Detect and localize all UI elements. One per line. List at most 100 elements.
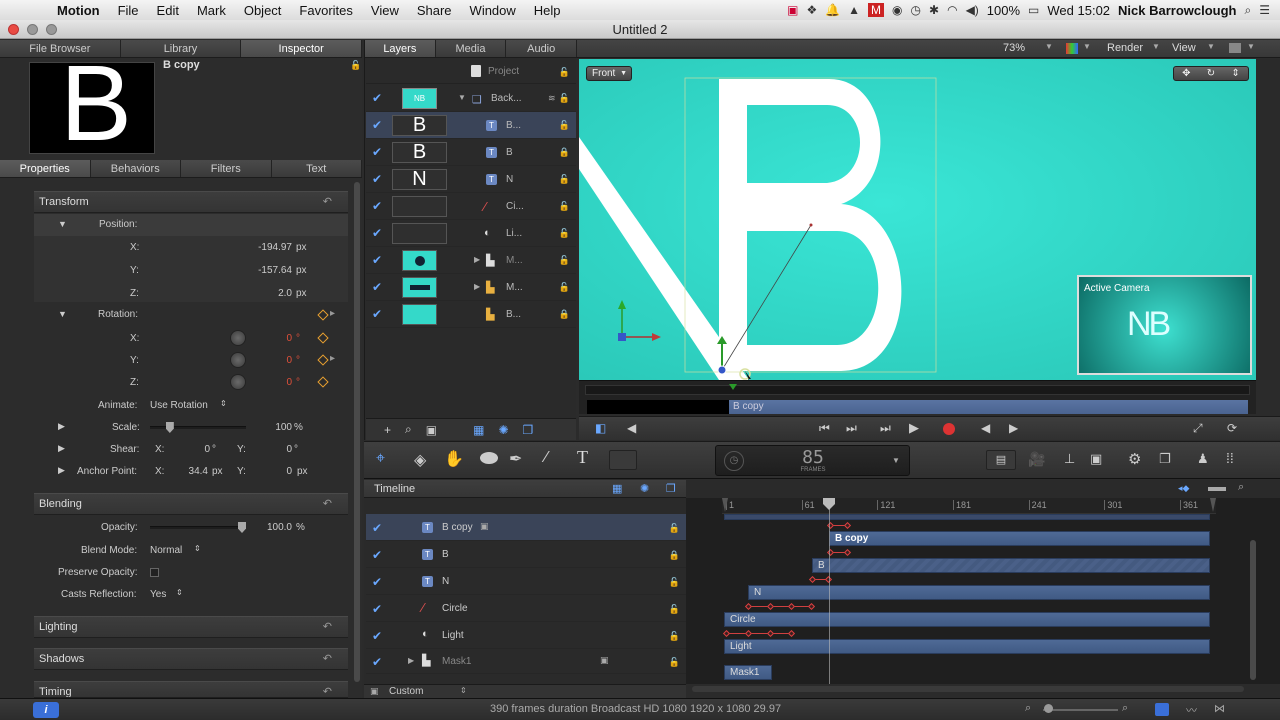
project-lock-icon[interactable]: 🔓 — [559, 67, 570, 78]
select-transform-tool-icon[interactable]: ⌖ — [376, 450, 385, 468]
timeline-lock-icon[interactable]: 🔓 — [669, 657, 680, 668]
layout-dropdown-icon[interactable]: ▼ — [1247, 42, 1255, 51]
timeline-row-circle[interactable]: ✔ ⁄ Circle 🔓 — [366, 595, 686, 622]
timeline-show-masks-icon[interactable]: ❐ — [666, 482, 676, 495]
layer-visibility-checkbox[interactable]: ✔ — [372, 172, 382, 186]
track-bar-b[interactable]: B — [812, 558, 1210, 573]
reset-transform-icon[interactable]: ↶ — [323, 192, 332, 212]
section-blending[interactable]: Blending ↶ — [34, 493, 348, 515]
opacity-slider[interactable] — [150, 522, 246, 533]
camera-icon[interactable]: 🎥 — [1028, 451, 1045, 468]
layer-lock-icon[interactable]: 🔓 — [559, 93, 570, 104]
layer-lock-icon[interactable]: 🔓 — [559, 201, 570, 212]
timeline-show-behaviors-icon[interactable]: ✺ — [640, 482, 649, 495]
casts-reflection-arrows-icon[interactable]: ⇕ — [176, 588, 183, 597]
render-menu[interactable]: Render — [1107, 42, 1143, 54]
show-behaviors-icon[interactable]: ✺ — [498, 423, 508, 437]
timeline-custom-popup[interactable]: Custom — [389, 686, 423, 697]
anchor-disclosure-icon[interactable]: ▶ — [58, 465, 65, 476]
menu-mark[interactable]: Mark — [188, 3, 235, 18]
animate-popup-arrows-icon[interactable]: ⇕ — [220, 399, 227, 408]
record-icon[interactable] — [943, 423, 955, 435]
show-masks-icon[interactable]: ❐ — [523, 423, 534, 437]
timeline-footer-icon[interactable]: ▣ — [370, 686, 379, 697]
opacity-value[interactable]: 100.0 — [258, 522, 292, 533]
blend-mode-popup[interactable]: Normal — [150, 545, 182, 556]
timeline-row-light[interactable]: ✔ ◐ Light 🔓 — [366, 622, 686, 649]
custom-arrows-icon[interactable]: ⇕ — [460, 686, 467, 695]
disclosure-open-icon[interactable]: ▼ — [458, 93, 466, 102]
zoom-slider-knob[interactable] — [1044, 704, 1053, 713]
section-timing[interactable]: Timing ↶ — [34, 681, 348, 698]
color-channels-icon[interactable] — [1066, 43, 1078, 54]
position-z-value[interactable]: 2.0 — [234, 288, 292, 299]
tab-properties[interactable]: Properties — [0, 160, 91, 177]
timeline-horizontal-scrollbar[interactable] — [692, 686, 1244, 692]
tab-file-browser[interactable]: File Browser — [0, 40, 121, 57]
tab-library[interactable]: Library — [121, 40, 242, 57]
timeline-visibility-checkbox[interactable]: ✔ — [372, 575, 382, 589]
rotation-x-dial[interactable] — [230, 330, 246, 346]
anchor-y-value[interactable]: 0 — [266, 466, 292, 477]
layer-row-b-copy[interactable]: ✔ B T B... 🔓 — [366, 112, 576, 139]
play-range-icon[interactable]: ◧ — [595, 421, 606, 435]
behaviors-gear-icon[interactable]: ⚙ — [1128, 450, 1141, 468]
menu-view[interactable]: View — [362, 3, 408, 18]
thumbnail-toggle-icon[interactable]: ▣ — [426, 423, 437, 437]
shear-y-value[interactable]: 0 — [266, 444, 292, 455]
layer-lock-icon[interactable]: 🔓 — [559, 228, 570, 239]
timeline-visibility-checkbox[interactable]: ✔ — [372, 602, 382, 616]
fullscreen-icon[interactable]: ⤢ — [1193, 421, 1203, 436]
layer-row-b[interactable]: ✔ B T B 🔒 — [366, 139, 576, 166]
zoom-slider[interactable] — [1043, 709, 1118, 711]
tab-filters[interactable]: Filters — [181, 160, 272, 177]
opacity-slider-thumb[interactable] — [238, 522, 246, 533]
timeline-lock-icon[interactable]: 🔓 — [669, 523, 680, 534]
scale-slider-thumb[interactable] — [165, 422, 174, 433]
disclosure-open-icon[interactable]: ▼ — [58, 219, 67, 229]
filters-icon[interactable]: ❐ — [1159, 451, 1171, 467]
bluetooth-icon[interactable]: ✱ — [929, 3, 939, 17]
anchor-x-value[interactable]: 34.4 — [174, 466, 208, 477]
layer-row-circle[interactable]: ✔ ⁄ Ci... 🔓 — [366, 193, 576, 220]
blend-mode-arrows-icon[interactable]: ⇕ — [194, 544, 201, 553]
timeline-lock-icon[interactable]: 🔓 — [669, 631, 680, 642]
disclosure-closed-icon[interactable]: ▶ — [474, 255, 480, 264]
timeline-zoom-icon[interactable]: ⌕ — [1238, 481, 1244, 494]
loop-icon[interactable]: ⟳ — [1227, 421, 1237, 435]
go-to-start-icon[interactable]: ⏮ — [819, 421, 830, 436]
scale-value[interactable]: 100 — [264, 422, 292, 433]
preserve-opacity-checkbox[interactable] — [150, 568, 159, 577]
notification-icon[interactable]: 🔔 — [825, 3, 840, 17]
view-menu[interactable]: View — [1172, 42, 1196, 54]
tab-layers[interactable]: Layers — [365, 40, 436, 57]
channels-dropdown-icon[interactable]: ▼ — [1083, 42, 1091, 51]
timeline-row-b[interactable]: ✔ T B 🔒 — [366, 541, 686, 568]
layer-row-background[interactable]: ✔ NB ▼ ❑ Back... ≋ 🔓 — [366, 85, 576, 112]
disclosure-closed-icon[interactable]: ▶ — [408, 656, 414, 665]
pan-hand-icon[interactable]: ✋ — [444, 449, 464, 469]
paint-stroke-icon[interactable]: ⁄ — [545, 449, 548, 467]
timeline-lock-icon[interactable]: 🔓 — [669, 604, 680, 615]
volume-icon[interactable]: ◀) — [966, 3, 979, 17]
reset-timing-icon[interactable]: ↶ — [323, 682, 332, 697]
timeline-row-b-copy[interactable]: ✔ T B copy ▣ 🔓 — [366, 514, 686, 541]
layer-visibility-checkbox[interactable]: ✔ — [372, 91, 382, 105]
battery-icon[interactable]: ▭ — [1028, 3, 1039, 17]
grid-apps-icon[interactable]: ⁞⁞ — [1226, 450, 1234, 466]
timeline-visibility-checkbox[interactable]: ✔ — [372, 629, 382, 643]
rotation-x-value[interactable]: 0 — [264, 333, 292, 344]
layer-project-row[interactable]: Project 🔓 — [366, 59, 576, 84]
rotation-y-next-icon[interactable]: ▸ — [330, 353, 335, 364]
orbit-3d-icon[interactable]: ↻ — [1207, 68, 1215, 79]
close-window-icon[interactable] — [8, 24, 19, 35]
rotation-disclosure-icon[interactable]: ▼ — [58, 309, 67, 319]
layer-visibility-checkbox[interactable]: ✔ — [372, 145, 382, 159]
shear-x-value[interactable]: 0 — [184, 444, 210, 455]
layer-row-n[interactable]: ✔ N T N 🔓 — [366, 166, 576, 193]
prev-keyframe-icon[interactable]: ◀ — [981, 421, 990, 435]
menu-help[interactable]: Help — [525, 3, 570, 18]
info-icon[interactable]: i — [33, 702, 59, 718]
zoom-out-icon[interactable]: ⌕ — [1025, 702, 1031, 715]
mini-timeline-bar[interactable]: B copy — [729, 400, 1248, 414]
